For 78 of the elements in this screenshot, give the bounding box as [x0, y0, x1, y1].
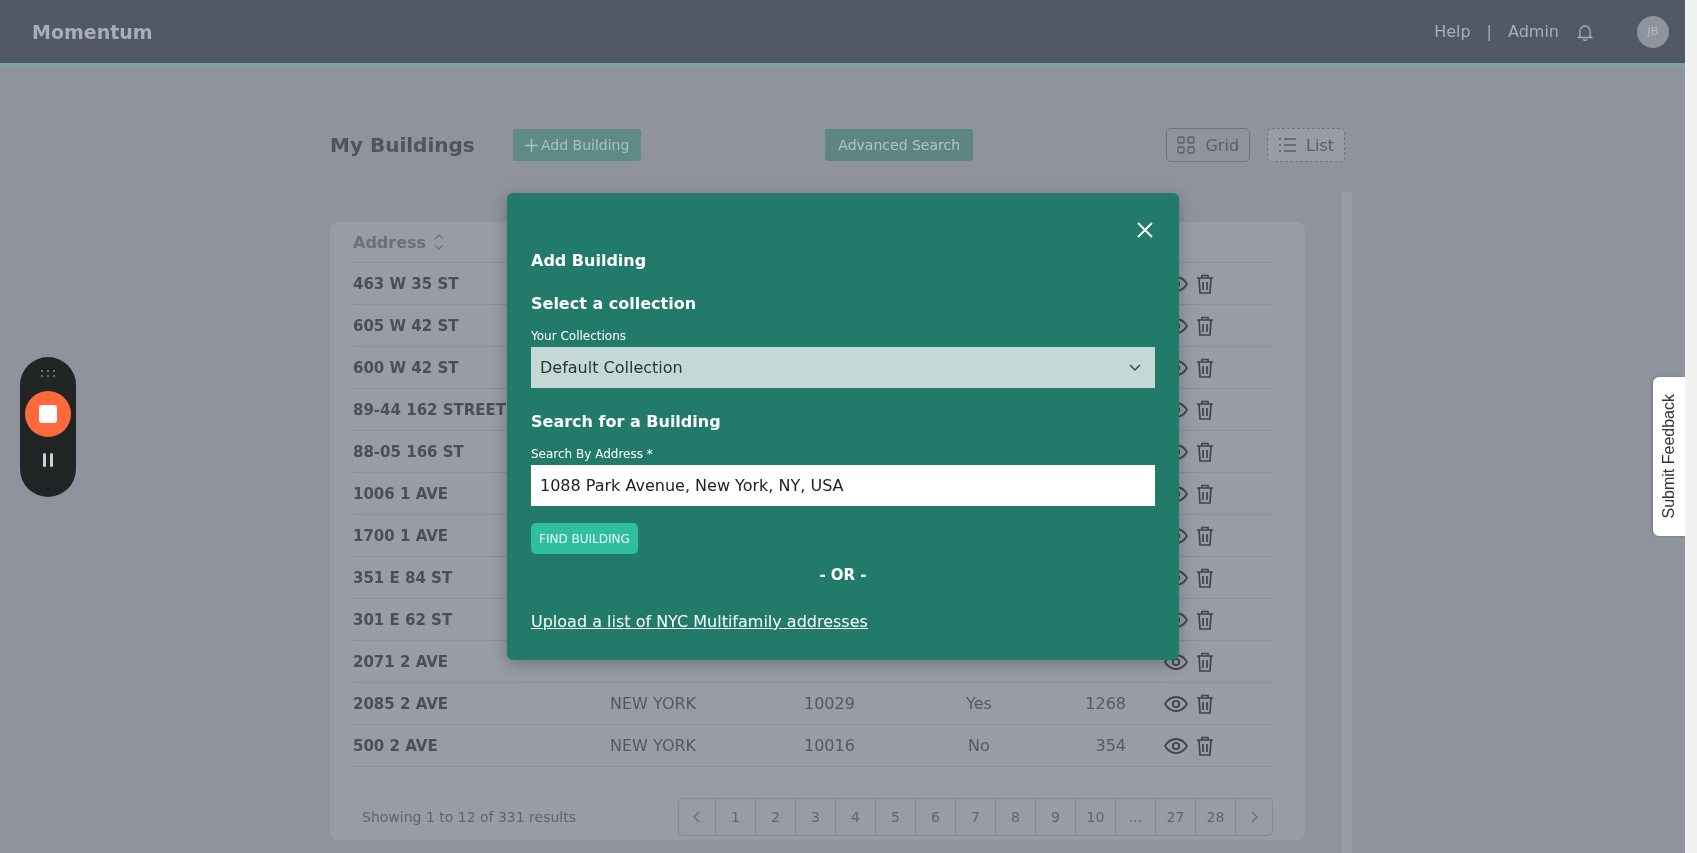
page-link[interactable]: 27: [1156, 799, 1196, 835]
close-icon[interactable]: [1137, 222, 1153, 238]
trash-icon[interactable]: [1196, 609, 1214, 630]
separator: |: [1486, 22, 1492, 41]
table-cell: Yes: [966, 694, 992, 713]
trash-icon[interactable]: [1196, 399, 1214, 420]
eye-icon[interactable]: [1164, 737, 1188, 754]
page-link[interactable]: 9: [1036, 799, 1076, 835]
table-cell: No: [968, 736, 990, 755]
results-summary: Showing 1 to 12 of 331 results: [362, 809, 577, 825]
table-cell: 10029: [804, 694, 855, 713]
field-label: Search By Address *: [531, 447, 654, 461]
table-cell: 88-05 166 ST: [353, 442, 464, 461]
table-cell: 354: [1095, 736, 1126, 755]
advanced-search-button[interactable]: Advanced Search: [825, 129, 974, 161]
table-cell: 1006 1 AVE: [353, 484, 449, 503]
chevron-down-icon: [1129, 363, 1141, 372]
table-cell: 2085 2 AVE: [353, 694, 449, 713]
trash-icon[interactable]: [1196, 735, 1214, 756]
trash-icon[interactable]: [1196, 315, 1214, 336]
table-cell: 1700 1 AVE: [353, 526, 449, 545]
pause-icon[interactable]: [42, 452, 54, 468]
table-cell: 600 W 42 ST: [353, 358, 459, 377]
app-logo[interactable]: Momentum: [32, 20, 153, 43]
stop-button[interactable]: [25, 391, 71, 437]
section-heading: Select a collection: [531, 294, 698, 313]
add-building-button[interactable]: Add Building: [513, 129, 642, 161]
trash-icon[interactable]: [1196, 651, 1214, 672]
page-link[interactable]: 10: [1076, 799, 1116, 835]
page-link[interactable]: 1: [716, 799, 756, 835]
eye-icon[interactable]: [1164, 695, 1188, 712]
view-toggle[interactable]: List: [1267, 128, 1345, 162]
modal-title: Add Building: [531, 251, 648, 270]
page-link[interactable]: 2: [756, 799, 796, 835]
table-cell: 351 E 84 ST: [353, 568, 453, 587]
table-cell: 500 2 AVE: [353, 736, 438, 755]
find-building-button[interactable]: FIND BUILDING: [531, 523, 638, 554]
trash-icon[interactable]: [1196, 567, 1214, 588]
page-link[interactable]: 5: [876, 799, 916, 835]
nav-link[interactable]: Admin: [1508, 22, 1559, 41]
table-cell: 605 W 42 ST: [353, 316, 459, 335]
address-input[interactable]: 1088 Park Avenue, New York, NY, USA: [531, 465, 1155, 506]
table-cell: 2071 2 AVE: [353, 652, 449, 671]
page-title: My Buildings: [330, 133, 476, 157]
table-cell: 301 E 62 ST: [353, 610, 453, 629]
scrollbar[interactable]: [1685, 0, 1697, 853]
trash-icon[interactable]: [1196, 693, 1214, 714]
page-link[interactable]: 4: [836, 799, 876, 835]
or-divider: - OR -: [818, 566, 868, 584]
collection-dropdown[interactable]: Default Collection: [531, 347, 1155, 388]
upload-link[interactable]: Upload a list of NYC Multifamily addresses: [531, 612, 868, 631]
nav-link[interactable]: Help: [1434, 22, 1471, 41]
drag-handle-icon[interactable]: [41, 370, 55, 378]
trash-icon[interactable]: [1196, 525, 1214, 546]
page-link[interactable]: 28: [1196, 799, 1236, 835]
trash-icon[interactable]: [1196, 483, 1214, 504]
table-cell: NEW YORK: [610, 694, 697, 713]
feedback-tab[interactable]: Submit Feedback: [1653, 377, 1685, 536]
page-link[interactable]: 8: [996, 799, 1036, 835]
bell-icon[interactable]: [1577, 22, 1593, 41]
trash-icon[interactable]: [1196, 357, 1214, 378]
table-cell: 10016: [804, 736, 855, 755]
field-label: Your Collections: [531, 329, 628, 343]
page-link[interactable]: 3: [796, 799, 836, 835]
trash-icon[interactable]: [1196, 273, 1214, 294]
trash-icon[interactable]: [1196, 441, 1214, 462]
plus-icon: [525, 138, 538, 152]
page-link[interactable]: 6: [916, 799, 956, 835]
table-cell: NEW YORK: [610, 736, 697, 755]
list-icon: [1278, 138, 1297, 152]
grid-icon: [1177, 136, 1196, 154]
table-cell: 1268: [1085, 694, 1126, 713]
page-link[interactable]: 7: [956, 799, 996, 835]
table-cell: 463 W 35 ST: [353, 274, 459, 293]
stop-icon: [39, 405, 57, 423]
page-link[interactable]: ...: [1116, 799, 1156, 835]
section-heading: Search for a Building: [531, 412, 722, 431]
table-cell: 89-44 162 STREET: [353, 400, 507, 419]
